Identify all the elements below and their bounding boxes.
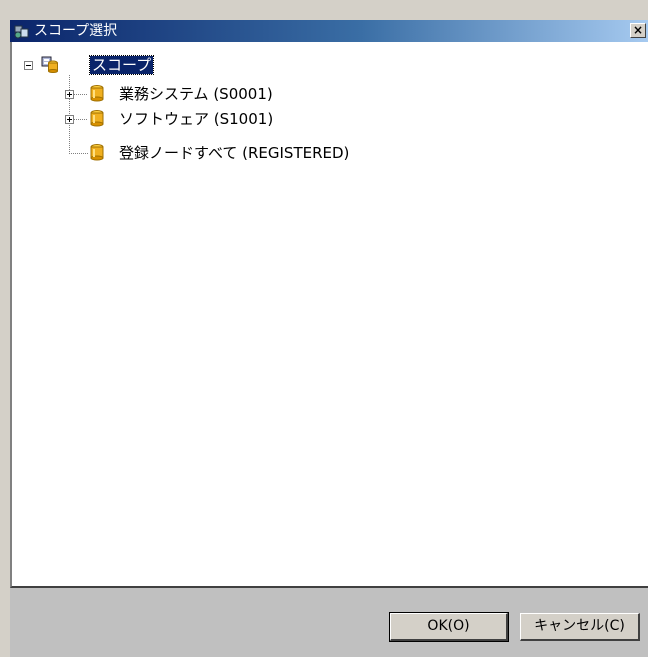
app-icon xyxy=(14,25,29,39)
scope-select-dialog: スコープ選択 × スコープ 業務システム (S0001) ソフトウェア (S10… xyxy=(0,0,648,657)
tree-item-software[interactable]: ソフトウェア (S1001) xyxy=(117,110,275,128)
close-button[interactable]: × xyxy=(630,23,646,38)
tree-connector xyxy=(74,119,88,120)
scope-tree[interactable]: スコープ 業務システム (S0001) ソフトウェア (S1001) 登録ノード… xyxy=(10,42,648,588)
expand-toggle[interactable] xyxy=(65,115,74,124)
folder-scope-icon xyxy=(90,144,104,161)
collapse-toggle[interactable] xyxy=(24,61,33,70)
close-icon: × xyxy=(632,23,644,37)
folder-scope-icon xyxy=(90,110,104,127)
cancel-button[interactable]: キャンセル(C) xyxy=(520,613,640,641)
button-bar: OK(O) キャンセル(C) xyxy=(10,588,648,657)
tree-connector xyxy=(74,94,88,95)
folder-scope-icon xyxy=(90,85,104,102)
expand-toggle[interactable] xyxy=(65,90,74,99)
ok-button[interactable]: OK(O) xyxy=(389,612,509,642)
tree-item-gyomu-system[interactable]: 業務システム (S0001) xyxy=(117,85,275,103)
title-bar[interactable]: スコープ選択 × xyxy=(10,20,648,42)
tree-item-scope-root[interactable]: スコープ xyxy=(88,55,155,75)
window-title: スコープ選択 xyxy=(34,23,118,39)
tree-connector xyxy=(69,153,88,154)
scope-root-icon xyxy=(41,56,58,73)
tree-item-registered[interactable]: 登録ノードすべて (REGISTERED) xyxy=(117,144,351,162)
